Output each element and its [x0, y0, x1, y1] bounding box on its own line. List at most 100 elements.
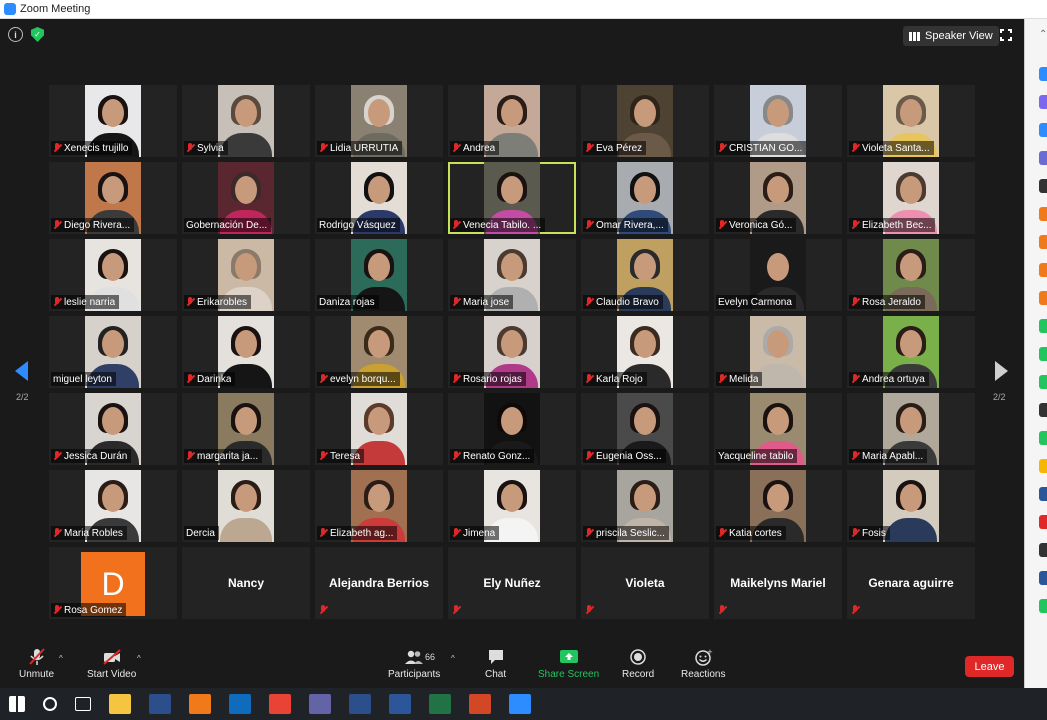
windows-start-icon[interactable]: [9, 696, 25, 712]
teams-icon[interactable]: [309, 694, 331, 714]
participant-tile[interactable]: leslie narria: [49, 239, 177, 311]
side-panel-tab[interactable]: [1039, 487, 1047, 501]
participant-tile[interactable]: D Rosa Gomez: [49, 547, 177, 619]
participant-tile[interactable]: Eva Pérez: [581, 85, 709, 157]
participant-tile[interactable]: Violeta: [581, 547, 709, 619]
side-panel-tab[interactable]: [1039, 151, 1047, 165]
side-panel-tab[interactable]: [1039, 235, 1047, 249]
side-panel-tab[interactable]: [1039, 207, 1047, 221]
vlc-icon[interactable]: [189, 694, 211, 714]
participant-tile[interactable]: Jessica Durán: [49, 393, 177, 465]
side-panel-tab[interactable]: [1039, 403, 1047, 417]
search-icon[interactable]: [43, 697, 57, 711]
participant-tile[interactable]: Jimena: [448, 470, 576, 542]
start-video-button[interactable]: Start Video: [87, 648, 136, 680]
participant-tile[interactable]: Ely Nuñez: [448, 547, 576, 619]
record-button[interactable]: Record: [622, 648, 654, 680]
participant-tile[interactable]: CRISTIAN GO...: [714, 85, 842, 157]
participant-tile[interactable]: Violeta Santa...: [847, 85, 975, 157]
participant-tile[interactable]: Yacqueline tabilo: [714, 393, 842, 465]
participant-tile[interactable]: Teresa: [315, 393, 443, 465]
side-panel-tab[interactable]: [1039, 123, 1047, 137]
participant-tile[interactable]: Venecia Tabilo. ...: [448, 162, 576, 234]
side-panel-tab[interactable]: [1039, 543, 1047, 557]
outlook-icon[interactable]: [229, 694, 251, 714]
participant-tile[interactable]: Rosa Jeraldo: [847, 239, 975, 311]
participant-tile[interactable]: Sylvia: [182, 85, 310, 157]
participant-tile[interactable]: Lidia URRUTIA: [315, 85, 443, 157]
leave-button[interactable]: Leave: [965, 656, 1014, 677]
participant-tile[interactable]: Renato Gonz...: [448, 393, 576, 465]
side-panel-tab[interactable]: [1039, 179, 1047, 193]
unmute-button[interactable]: Unmute: [19, 648, 54, 680]
side-panel-tab[interactable]: [1039, 571, 1047, 585]
participant-tile[interactable]: Gobernación De...: [182, 162, 310, 234]
participant-tile[interactable]: Rodrigo Vásquez: [315, 162, 443, 234]
participant-tile[interactable]: Elizabeth ag...: [315, 470, 443, 542]
participant-tile[interactable]: Maria jose: [448, 239, 576, 311]
share-screen-button[interactable]: Share Screen: [538, 648, 599, 680]
participant-tile[interactable]: Eugenia Oss...: [581, 393, 709, 465]
side-panel-tab[interactable]: [1039, 347, 1047, 361]
excel-icon[interactable]: [429, 694, 451, 714]
participant-tile[interactable]: Claudio Bravo: [581, 239, 709, 311]
photoshop-icon[interactable]: [149, 694, 171, 714]
participant-tile[interactable]: Alejandra Berrios: [315, 547, 443, 619]
participant-tile[interactable]: Maria Apabl...: [847, 393, 975, 465]
side-panel-tab[interactable]: [1039, 459, 1047, 473]
speaker-view-button[interactable]: Speaker View: [903, 26, 999, 46]
side-panel-tab[interactable]: [1039, 375, 1047, 389]
participant-tile[interactable]: Diego Rivera...: [49, 162, 177, 234]
chat-button[interactable]: Chat: [485, 648, 506, 680]
participant-tile[interactable]: priscila Seslic...: [581, 470, 709, 542]
side-panel-tab[interactable]: [1039, 599, 1047, 613]
participant-tile[interactable]: Rosario rojas: [448, 316, 576, 388]
participant-tile[interactable]: Maria Robles: [49, 470, 177, 542]
participant-tile[interactable]: Erikarobles: [182, 239, 310, 311]
side-panel-tab[interactable]: [1039, 263, 1047, 277]
participant-tile[interactable]: Veronica Gó...: [714, 162, 842, 234]
participant-tile[interactable]: Katia cortes: [714, 470, 842, 542]
side-panel-tab[interactable]: [1039, 95, 1047, 109]
previous-page-arrow-icon[interactable]: [15, 361, 28, 381]
participant-tile[interactable]: Xenecis trujillo: [49, 85, 177, 157]
participant-tile[interactable]: Elizabeth Bec...: [847, 162, 975, 234]
side-panel-tab[interactable]: [1039, 67, 1047, 81]
participant-tile[interactable]: Karla Rojo: [581, 316, 709, 388]
word-icon[interactable]: [389, 694, 411, 714]
side-panel-tab[interactable]: [1039, 319, 1047, 333]
video-options-caret-icon[interactable]: ^: [137, 654, 141, 663]
participant-tile[interactable]: evelyn borqu...: [315, 316, 443, 388]
chevron-up-icon[interactable]: ⌃: [1039, 29, 1047, 40]
participant-tile[interactable]: Daniza rojas: [315, 239, 443, 311]
side-panel-tab[interactable]: [1039, 515, 1047, 529]
chrome-icon[interactable]: [269, 694, 291, 714]
next-page-arrow-icon[interactable]: [995, 361, 1008, 381]
participant-tile[interactable]: Darinka: [182, 316, 310, 388]
encryption-shield-icon[interactable]: ✓: [31, 27, 44, 42]
participant-tile[interactable]: Andrea ortuya: [847, 316, 975, 388]
participant-tile[interactable]: Melida: [714, 316, 842, 388]
audio-options-caret-icon[interactable]: ^: [59, 654, 63, 663]
powerpoint-icon[interactable]: [469, 694, 491, 714]
file-explorer-icon[interactable]: [109, 694, 131, 714]
participant-tile[interactable]: Genara aguirre: [847, 547, 975, 619]
participant-tile[interactable]: Maikelyns Mariel: [714, 547, 842, 619]
fullscreen-icon[interactable]: [1000, 29, 1014, 43]
participants-options-caret-icon[interactable]: ^: [451, 654, 455, 663]
participant-tile[interactable]: Nancy: [182, 547, 310, 619]
task-view-icon[interactable]: [75, 697, 91, 711]
participant-tile[interactable]: Omar Rivera,...: [581, 162, 709, 234]
side-panel-tab[interactable]: [1039, 431, 1047, 445]
participant-tile[interactable]: Andrea: [448, 85, 576, 157]
participant-tile[interactable]: margarita ja...: [182, 393, 310, 465]
participant-tile[interactable]: miguel leyton: [49, 316, 177, 388]
reactions-button[interactable]: + Reactions: [681, 648, 725, 680]
side-panel-tab[interactable]: [1039, 291, 1047, 305]
participant-tile[interactable]: Fosis: [847, 470, 975, 542]
participant-tile[interactable]: Evelyn Carmona: [714, 239, 842, 311]
photoshop-2-icon[interactable]: [349, 694, 371, 714]
zoom-icon[interactable]: [509, 694, 531, 714]
participant-tile[interactable]: Dercia: [182, 470, 310, 542]
meeting-info-icon[interactable]: i: [8, 27, 23, 42]
